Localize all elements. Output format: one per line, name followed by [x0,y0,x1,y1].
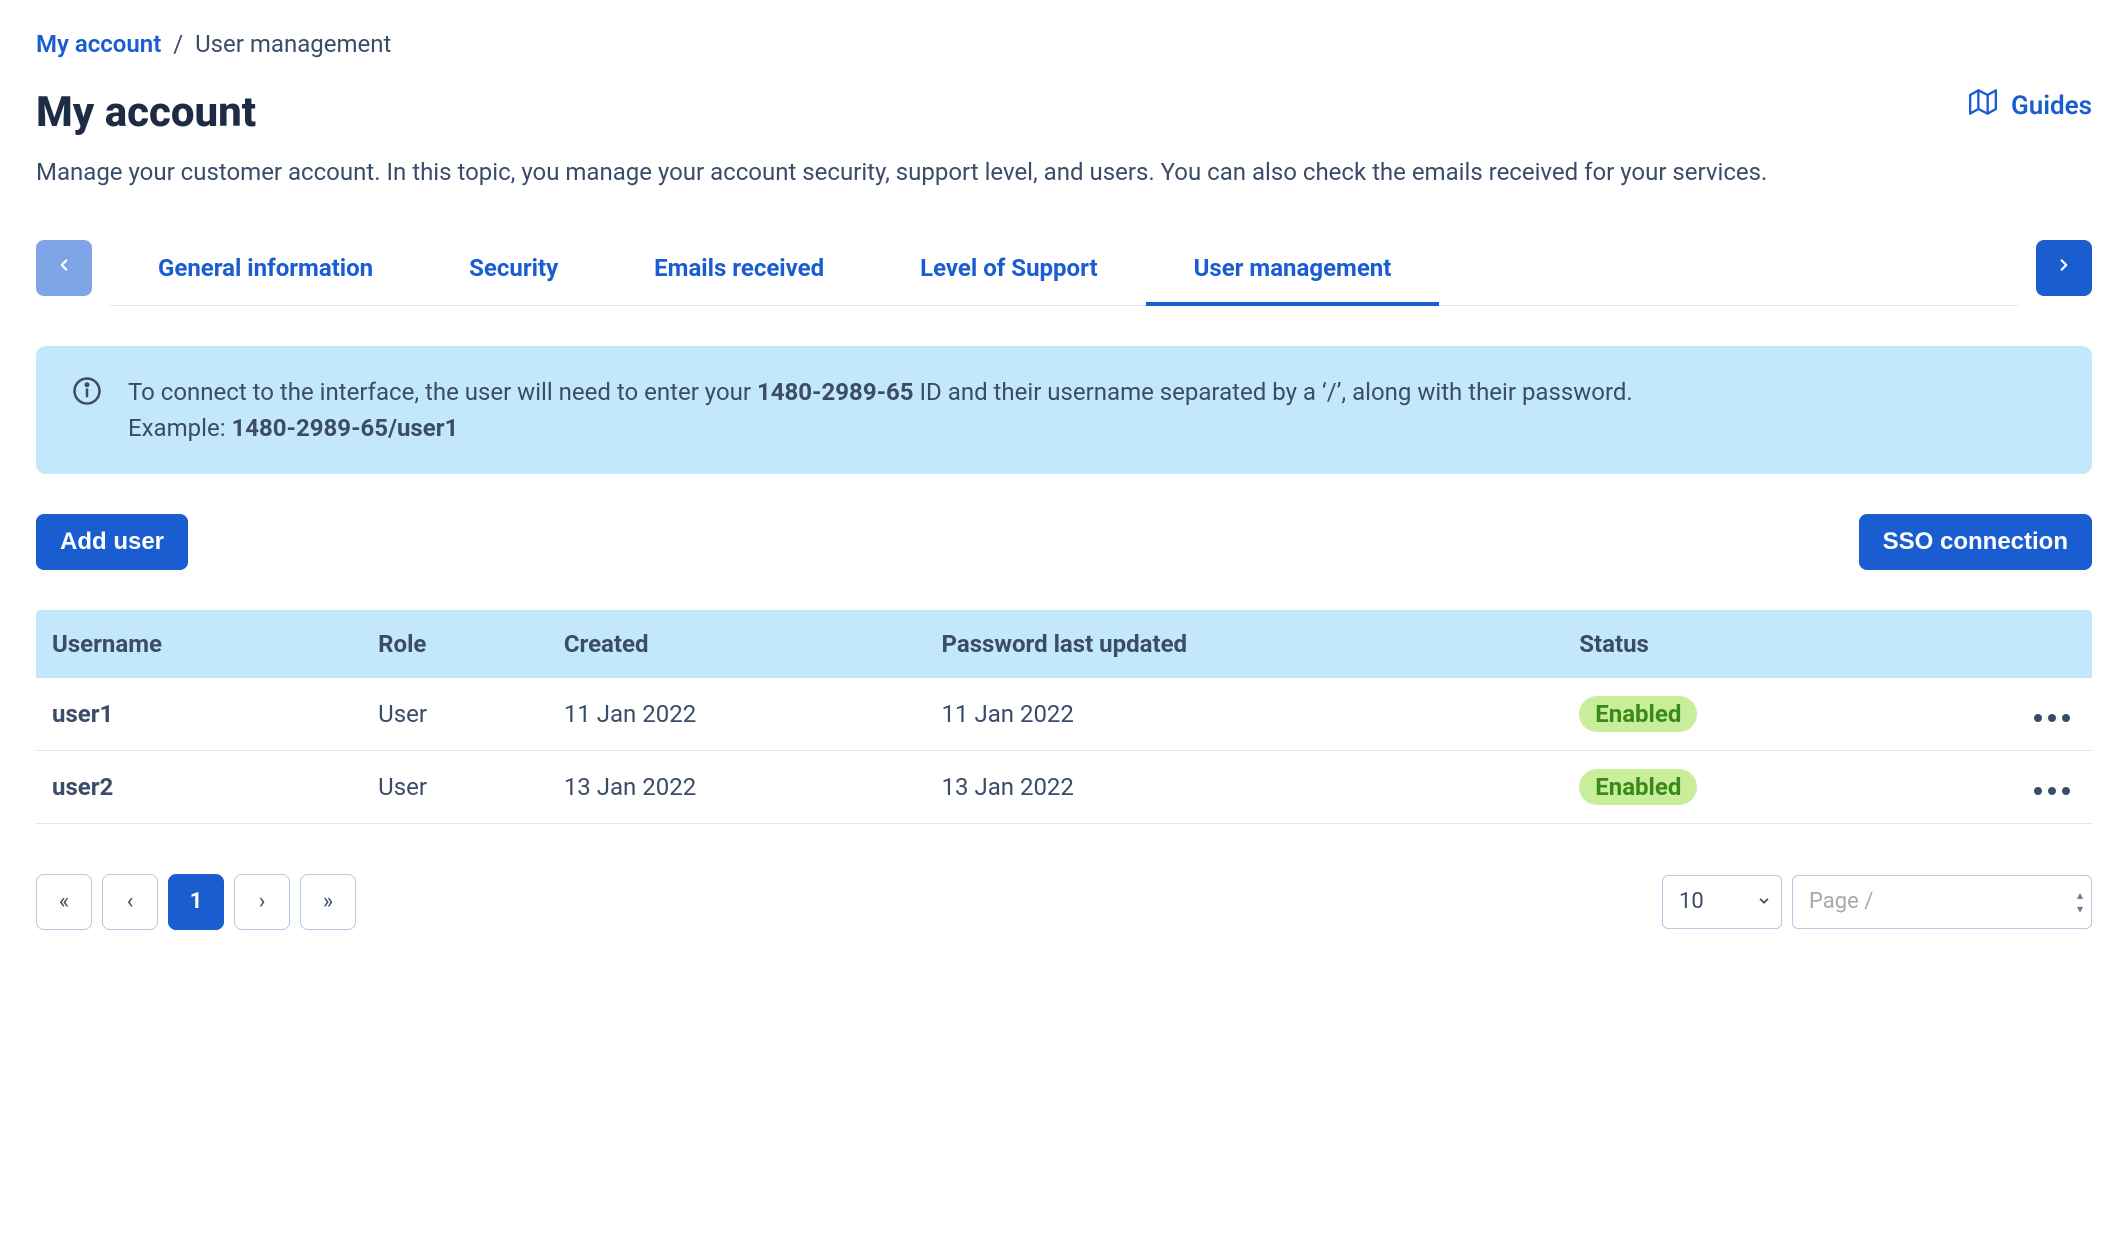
pagination-first-button[interactable]: « [36,874,92,930]
info-text: To connect to the interface, the user wi… [128,374,1633,446]
tab-user-management[interactable]: User management [1146,240,1440,306]
tab-general-information[interactable]: General information [110,240,421,306]
table-cell: 13 Jan 2022 [548,750,926,823]
pagination-next-button[interactable]: › [234,874,290,930]
column-header: Created [548,610,926,678]
pagination-prev-button[interactable]: ‹ [102,874,158,930]
row-actions-cell [1908,678,2092,751]
table-row: user1User11 Jan 202211 Jan 2022Enabled [36,678,2092,751]
chevron-left-icon [55,255,73,280]
breadcrumb-root-link[interactable]: My account [36,30,161,58]
guides-label: Guides [2011,91,2092,121]
status-cell: Enabled [1563,678,1908,751]
info-banner: To connect to the interface, the user wi… [36,346,2092,474]
page-size-select[interactable]: 10 [1662,875,1782,929]
table-cell: user1 [36,678,362,751]
pagination-last-button[interactable]: » [300,874,356,930]
tabs-scroll-left-button[interactable] [36,240,92,296]
table-cell: User [362,678,548,751]
tabs-scroll-right-button[interactable] [2036,240,2092,296]
tabs-container: General informationSecurityEmails receiv… [110,240,2018,306]
row-menu-button[interactable] [2028,781,2076,801]
row-actions-cell [1908,750,2092,823]
sso-connection-button[interactable]: SSO connection [1859,514,2092,570]
table-cell: user2 [36,750,362,823]
guides-link[interactable]: Guides [1969,88,2092,123]
tab-emails-received[interactable]: Emails received [606,240,872,306]
column-header [1908,610,2092,678]
status-badge: Enabled [1579,769,1697,805]
info-icon [72,374,102,446]
page-description: Manage your customer account. In this to… [36,155,1816,190]
add-user-button[interactable]: Add user [36,514,188,570]
status-badge: Enabled [1579,696,1697,732]
stepper-up-icon[interactable]: ▴ [2077,889,2083,901]
column-header: Status [1563,610,1908,678]
column-header: Password last updated [926,610,1564,678]
pagination-page-1-button[interactable]: 1 [168,874,224,930]
tab-security[interactable]: Security [421,240,606,306]
table-row: user2User13 Jan 202213 Jan 2022Enabled [36,750,2092,823]
page-title: My account [36,88,256,137]
chevron-down-icon [1757,889,1771,914]
row-menu-button[interactable] [2028,708,2076,728]
breadcrumb: My account / User management [36,30,2092,58]
page-jump-stepper[interactable]: ▴ ▾ [2077,889,2083,915]
page-jump-input[interactable]: Page / ▴ ▾ [1792,875,2092,929]
status-cell: Enabled [1563,750,1908,823]
breadcrumb-separator: / [173,30,183,58]
map-icon [1969,88,1997,123]
breadcrumb-current: User management [195,30,391,58]
pagination: « ‹ 1 › » [36,874,356,930]
stepper-down-icon[interactable]: ▾ [2077,903,2083,915]
table-cell: User [362,750,548,823]
chevron-right-icon [2055,255,2073,280]
users-table: UsernameRoleCreatedPassword last updated… [36,610,2092,824]
table-cell: 11 Jan 2022 [548,678,926,751]
table-cell: 13 Jan 2022 [926,750,1564,823]
page-jump-placeholder: Page / [1809,889,1873,914]
table-cell: 11 Jan 2022 [926,678,1564,751]
column-header: Role [362,610,548,678]
column-header: Username [36,610,362,678]
tab-level-of-support[interactable]: Level of Support [872,240,1145,306]
page-size-value: 10 [1679,889,1704,914]
